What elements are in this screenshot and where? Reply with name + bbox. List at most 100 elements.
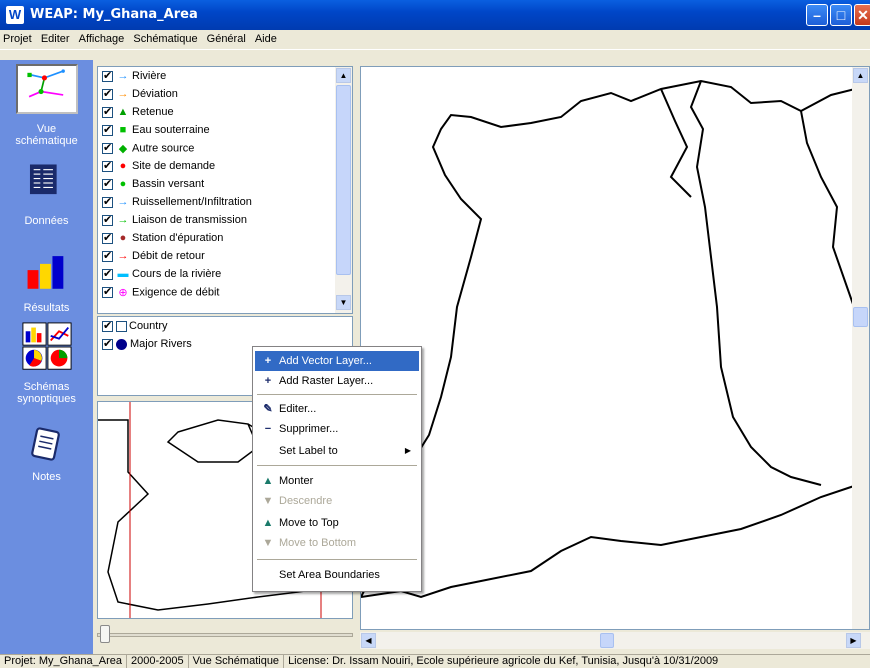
legend-item-label: Cours de la rivière <box>132 268 222 280</box>
legend-item-label: Autre source <box>132 142 195 155</box>
menu-item-label: Set Area Boundaries <box>279 569 380 581</box>
view-notes-label: Notes <box>32 471 61 483</box>
menu-item-icon: + <box>264 375 272 387</box>
status-years: 2000-2005 <box>127 655 189 668</box>
view-data[interactable]: Données <box>0 162 93 227</box>
menu-item-set-label-to[interactable]: Set Label to ▶ <box>255 441 419 461</box>
menu-item-editer[interactable]: ✎ Editer... <box>255 399 419 419</box>
legend-item[interactable]: ▬Cours de la rivière <box>102 267 222 286</box>
title-bar: W WEAP: My_Ghana_Area – □ ✕ <box>0 0 870 30</box>
scroll-up-icon[interactable]: ▲ <box>853 68 868 83</box>
status-view: Vue Schématique <box>189 655 285 668</box>
checkbox-icon[interactable] <box>102 177 113 190</box>
layer-major-rivers[interactable]: Major Rivers <box>102 337 192 356</box>
legend-item[interactable]: ■ Eau souterraine <box>102 123 210 142</box>
legend-scroll-thumb[interactable] <box>336 85 351 275</box>
map-horizontal-scrollbar[interactable]: ◀ ▶ <box>360 632 870 649</box>
checkbox-icon[interactable] <box>102 159 113 172</box>
legend-item[interactable]: →Ruissellement/Infiltration <box>102 195 252 214</box>
menu-item-set-area-boundaries[interactable]: Set Area Boundaries <box>255 565 419 585</box>
scroll-down-icon[interactable]: ▼ <box>336 295 351 310</box>
checkbox-icon[interactable] <box>102 195 113 208</box>
legend-item[interactable]: →Débit de retour <box>102 249 205 268</box>
legend-symbol-icon: ● <box>119 178 127 191</box>
checkbox-icon[interactable] <box>102 249 113 262</box>
legend-item-label: Débit de retour <box>132 250 205 262</box>
legend-symbol-icon: ⊕ <box>118 287 128 299</box>
legend-item[interactable]: ▲Retenue <box>102 105 174 124</box>
menu-item-add-vector-layer[interactable]: + Add Vector Layer... <box>255 351 419 371</box>
maximize-button[interactable]: □ <box>830 4 852 26</box>
menu-affichage[interactable]: Affichage <box>76 30 128 48</box>
slider-thumb[interactable] <box>100 625 110 643</box>
schematic-map[interactable]: ▲ <box>360 66 870 630</box>
checkbox-icon[interactable] <box>102 105 113 118</box>
menu-item-monter[interactable]: ▲ Monter <box>255 471 419 491</box>
checkbox-icon[interactable] <box>102 337 113 350</box>
legend-item[interactable]: ⊕ Exigence de débit <box>102 285 219 304</box>
legend-item[interactable]: ● Station d'épuration <box>102 231 223 250</box>
view-schematic[interactable]: Vue schématique <box>0 64 93 147</box>
menu-item-move-to-top[interactable]: ▲ Move to Top <box>255 513 419 533</box>
checkbox-icon[interactable] <box>102 231 113 244</box>
minimize-button[interactable]: – <box>806 4 828 26</box>
legend-item-label: Eau souterraine <box>132 124 210 136</box>
layer-label: Major Rivers <box>130 338 192 350</box>
checkbox-icon[interactable] <box>102 141 113 154</box>
main-map-drawing <box>361 79 869 599</box>
menu-item-icon: ✎ <box>263 403 273 415</box>
map-vscroll-thumb[interactable] <box>853 307 868 327</box>
menu-editer[interactable]: Editer <box>38 30 73 48</box>
view-results-label: Résultats <box>23 302 70 314</box>
checkbox-icon[interactable] <box>102 69 113 82</box>
scroll-left-icon[interactable]: ◀ <box>361 633 376 648</box>
menu-item-label: Monter <box>279 475 314 487</box>
checkbox-icon[interactable] <box>102 319 113 332</box>
legend-item[interactable]: ● Bassin versant <box>102 177 205 196</box>
legend-item-label: Rivière <box>132 70 167 82</box>
menu-item-label: Add Vector Layer... <box>279 355 372 367</box>
legend-item-label: Ruissellement/Infiltration <box>132 196 252 208</box>
menu-item-icon: ▼ <box>262 495 274 507</box>
zoom-slider[interactable] <box>97 623 353 647</box>
weap-app-icon: W <box>6 6 24 24</box>
view-notes[interactable]: Notes <box>0 424 93 483</box>
legend-item[interactable]: ◆ Autre source <box>102 141 195 160</box>
legend-item[interactable]: →Rivière <box>102 69 167 88</box>
legend-item[interactable]: ● Site de demande <box>102 159 215 178</box>
menu-item-supprimer[interactable]: − Supprimer... <box>255 419 419 439</box>
legend-item[interactable]: →Déviation <box>102 87 178 106</box>
notes-icon <box>30 427 60 461</box>
legend-symbol-icon: ▲ <box>117 106 129 119</box>
map-vertical-scrollbar[interactable]: ▲ <box>852 67 869 629</box>
checkbox-icon[interactable] <box>102 87 113 100</box>
menu-item-add-raster-layer[interactable]: + Add Raster Layer... <box>255 371 419 391</box>
legend-scrollbar[interactable]: ▲ ▼ <box>335 67 352 313</box>
checkbox-icon[interactable] <box>102 267 113 280</box>
menu-item-label: Set Label to <box>279 445 338 457</box>
menu-item-icon: ▼ <box>262 537 274 549</box>
menu-aide[interactable]: Aide <box>252 30 280 48</box>
view-overviews-label: Schémas <box>23 381 70 393</box>
menu-schematique[interactable]: Schématique <box>130 30 200 48</box>
status-bar: Projet: My_Ghana_Area 2000-2005 Vue Schéma… <box>0 654 870 668</box>
menu-item-descendre: ▼ Descendre <box>255 491 419 511</box>
close-button[interactable]: ✕ <box>854 4 870 26</box>
legend-item-label: Bassin versant <box>132 178 205 190</box>
menu-general[interactable]: Général <box>204 30 249 48</box>
view-overviews[interactable]: Schémas synoptiques <box>0 322 93 405</box>
menu-item-label: Move to Top <box>279 517 339 529</box>
legend-item[interactable]: →Liaison de transmission <box>102 213 247 232</box>
menu-projet[interactable]: Projet <box>0 30 35 48</box>
menu-item-label: Add Raster Layer... <box>279 375 374 387</box>
checkbox-icon[interactable] <box>102 123 113 136</box>
checkbox-icon[interactable] <box>102 285 113 298</box>
view-results[interactable]: Résultats <box>0 253 93 314</box>
scroll-up-icon[interactable]: ▲ <box>336 68 351 83</box>
view-data-label: Données <box>24 215 69 227</box>
layer-country[interactable]: Country <box>102 319 168 338</box>
scroll-right-icon[interactable]: ▶ <box>846 633 861 648</box>
map-hscroll-thumb[interactable] <box>600 633 614 648</box>
data-icon <box>29 164 57 195</box>
checkbox-icon[interactable] <box>102 213 113 226</box>
